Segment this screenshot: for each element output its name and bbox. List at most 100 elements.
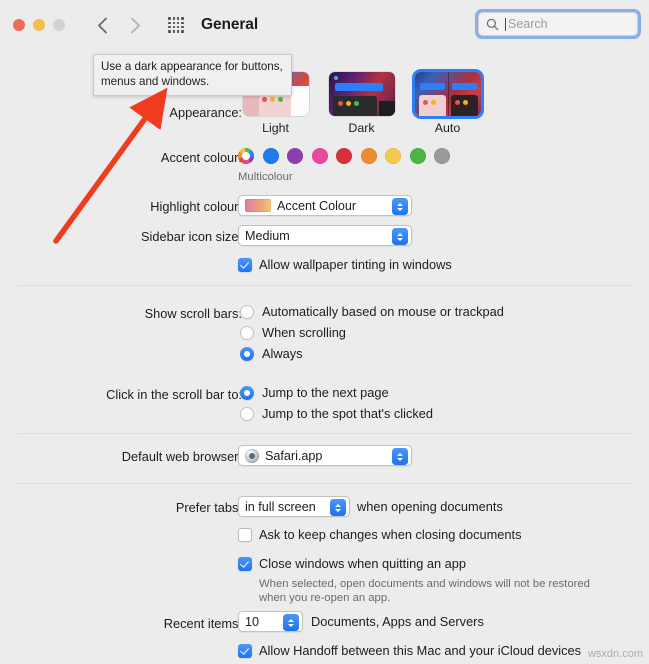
search-field[interactable]: Search xyxy=(475,9,641,39)
highlight-colour-label: Highlight colour: xyxy=(150,199,242,214)
light-appearance-label: Light xyxy=(262,121,289,135)
ask-keep-changes-checkbox[interactable] xyxy=(238,528,252,542)
default-web-browser-value: Safari.app xyxy=(265,448,323,463)
handoff-checkbox[interactable] xyxy=(238,644,252,658)
safari-icon xyxy=(245,448,259,463)
appearance-option-dark[interactable]: Dark xyxy=(328,72,395,135)
scroll-bars-option-always[interactable]: Always xyxy=(240,346,504,362)
search-icon xyxy=(486,18,499,30)
recent-items-chevron-icon[interactable] xyxy=(283,614,299,631)
click-scroll-radio-spot-clicked[interactable] xyxy=(240,407,254,421)
minimize-window-button[interactable] xyxy=(33,19,45,31)
window-toolbar: General Search xyxy=(0,0,649,50)
click-scroll-spot-clicked-label: Jump to the spot that's clicked xyxy=(262,406,434,421)
recent-items-label-row: Recent items: xyxy=(44,616,242,631)
show-all-preferences-button[interactable] xyxy=(165,14,187,36)
highlight-colour-dropdown[interactable]: Accent Colour xyxy=(238,195,412,216)
accent-swatch-blue[interactable] xyxy=(262,148,279,164)
back-button[interactable] xyxy=(89,12,115,38)
handoff-row[interactable]: Allow Handoff between this Mac and your … xyxy=(238,643,581,659)
click-scroll-bar-label: Click in the scroll bar to: xyxy=(106,387,242,402)
section-divider-3 xyxy=(18,483,631,484)
wallpaper-tinting-checkbox[interactable] xyxy=(238,258,252,272)
auto-appearance-label: Auto xyxy=(434,121,461,135)
accent-swatch-orange[interactable] xyxy=(360,148,377,164)
sidebar-icon-size-label: Sidebar icon size: xyxy=(140,229,242,244)
accent-colour-label-row: Accent colour: xyxy=(66,150,242,165)
page-title: General xyxy=(201,16,259,33)
scroll-bars-option-when-scrolling[interactable]: When scrolling xyxy=(240,325,504,341)
accent-colour-selected-name: Multicolour xyxy=(238,171,293,183)
close-windows-row[interactable]: Close windows when quitting an app xyxy=(238,556,466,572)
show-scroll-bars-options: Automatically based on mouse or trackpad… xyxy=(240,304,504,367)
wallpaper-tinting-label: Allow wallpaper tinting in windows xyxy=(259,257,452,272)
show-scroll-bars-label: Show scroll bars: xyxy=(144,306,242,321)
highlight-colour-value: Accent Colour xyxy=(277,198,357,213)
recent-items-value: 10 xyxy=(245,614,260,629)
traffic-light-controls xyxy=(13,19,65,31)
sidebar-icon-size-chevron-icon[interactable] xyxy=(392,228,408,245)
click-scroll-bar-options: Jump to the next page Jump to the spot t… xyxy=(240,385,433,427)
prefer-tabs-label-row: Prefer tabs: xyxy=(44,500,242,515)
highlight-colour-swatch xyxy=(245,199,271,212)
accent-swatch-red[interactable] xyxy=(336,148,352,164)
system-preferences-window: General Search Appearance: Light Dark Au… xyxy=(0,0,649,664)
default-web-browser-label-row: Default web browser: xyxy=(44,449,242,464)
close-windows-checkbox[interactable] xyxy=(238,557,252,571)
wallpaper-tinting-row[interactable]: Allow wallpaper tinting in windows xyxy=(238,257,452,273)
sidebar-icon-size-dropdown[interactable]: Medium xyxy=(238,225,412,246)
scroll-bars-radio-when-scrolling[interactable] xyxy=(240,326,254,340)
scroll-bars-radio-automatic[interactable] xyxy=(240,305,254,319)
search-placeholder: Search xyxy=(508,17,548,31)
click-scroll-option-next-page[interactable]: Jump to the next page xyxy=(240,385,433,401)
accent-swatch-pink[interactable] xyxy=(311,148,328,164)
close-windows-help-text: When selected, open documents and window… xyxy=(259,578,590,604)
chevron-left-icon xyxy=(97,17,107,33)
highlight-colour-chevron-icon[interactable] xyxy=(392,198,408,215)
show-scroll-bars-label-row: Show scroll bars: xyxy=(44,306,242,321)
scroll-bars-option-automatic[interactable]: Automatically based on mouse or trackpad xyxy=(240,304,504,320)
accent-swatch-graphite[interactable] xyxy=(434,148,450,164)
forward-button[interactable] xyxy=(122,12,148,38)
accent-colour-swatches xyxy=(238,148,450,164)
prefer-tabs-label: Prefer tabs: xyxy=(175,500,242,515)
appearance-label: Appearance: xyxy=(169,105,242,120)
sidebar-icon-size-value: Medium xyxy=(245,228,290,243)
appearance-label-row: Appearance: xyxy=(66,105,242,120)
handoff-label: Allow Handoff between this Mac and your … xyxy=(259,643,581,658)
scroll-bars-automatic-label: Automatically based on mouse or trackpad xyxy=(262,304,504,319)
preferences-content: Appearance: Light Dark Auto Accent colou… xyxy=(0,50,649,664)
accent-swatch-green[interactable] xyxy=(409,148,426,164)
dark-appearance-thumbnail[interactable] xyxy=(328,72,395,116)
click-scroll-option-spot-clicked[interactable]: Jump to the spot that's clicked xyxy=(240,406,433,422)
prefer-tabs-chevron-icon[interactable] xyxy=(330,499,346,516)
prefer-tabs-dropdown[interactable]: in full screen xyxy=(238,496,350,517)
chevron-right-icon xyxy=(130,17,140,33)
default-web-browser-label: Default web browser: xyxy=(121,449,242,464)
close-window-button[interactable] xyxy=(13,19,25,31)
scroll-bars-radio-always[interactable] xyxy=(240,347,254,361)
appearance-option-auto[interactable]: Auto xyxy=(414,72,481,135)
default-web-browser-dropdown[interactable]: Safari.app xyxy=(238,445,412,466)
accent-swatch-multicolour[interactable] xyxy=(238,148,254,164)
click-scroll-bar-label-row: Click in the scroll bar to: xyxy=(34,387,242,402)
prefer-tabs-suffix: when opening documents xyxy=(357,499,503,514)
close-windows-label: Close windows when quitting an app xyxy=(259,556,467,571)
auto-appearance-thumbnail[interactable] xyxy=(414,72,481,116)
section-divider-1 xyxy=(18,285,631,286)
ask-keep-changes-label: Ask to keep changes when closing documen… xyxy=(259,527,522,542)
accent-swatch-purple[interactable] xyxy=(287,148,303,164)
section-divider-2 xyxy=(18,433,631,434)
scroll-bars-always-label: Always xyxy=(262,346,303,361)
ask-keep-changes-row[interactable]: Ask to keep changes when closing documen… xyxy=(238,527,522,543)
recent-items-label: Recent items: xyxy=(163,616,242,631)
accent-swatch-yellow[interactable] xyxy=(385,148,401,164)
sidebar-icon-size-label-row: Sidebar icon size: xyxy=(66,229,242,244)
default-web-browser-chevron-icon[interactable] xyxy=(392,448,408,465)
prefer-tabs-value: in full screen xyxy=(245,499,316,514)
click-scroll-next-page-label: Jump to the next page xyxy=(262,385,389,400)
zoom-window-button[interactable] xyxy=(53,19,65,31)
watermark: wsxdn.com xyxy=(587,648,643,660)
recent-items-stepper[interactable]: 10 xyxy=(238,611,303,632)
click-scroll-radio-next-page[interactable] xyxy=(240,386,254,400)
